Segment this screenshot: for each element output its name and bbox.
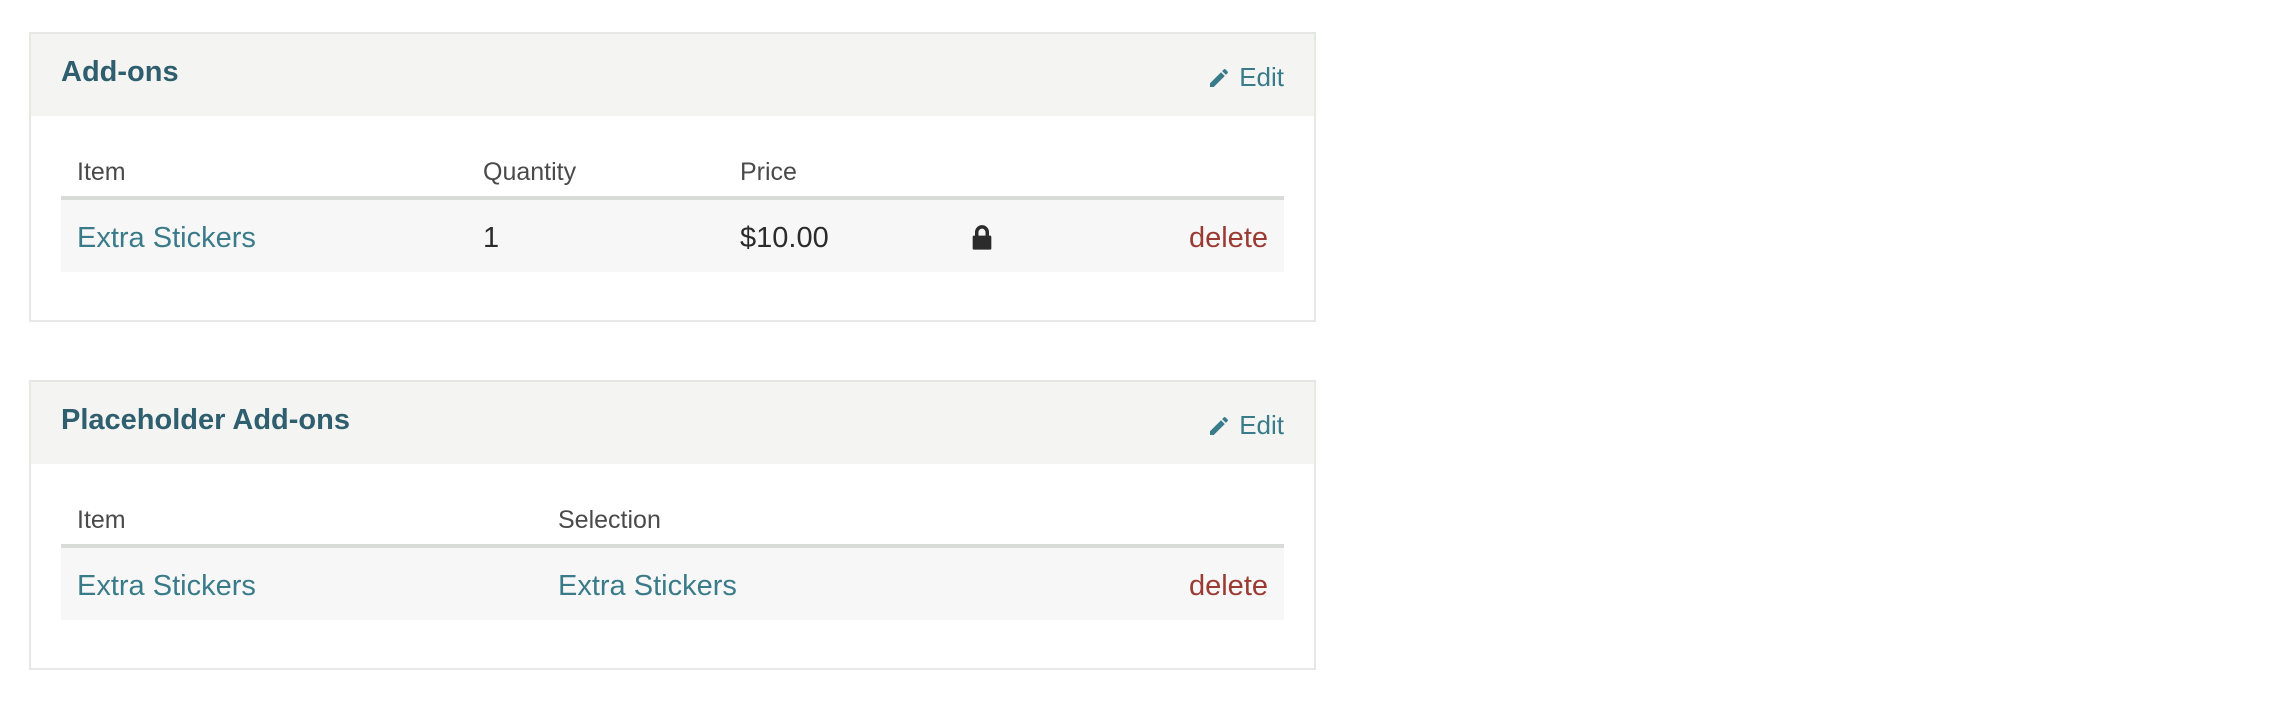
placeholder-addons-table: Item Selection Extra Stickers Extra Stic…: [61, 494, 1284, 620]
addons-edit-label: Edit: [1239, 62, 1284, 92]
placeholder-addons-edit-link[interactable]: Edit: [1207, 410, 1284, 441]
placeholder-item-link[interactable]: Extra Stickers: [77, 570, 256, 603]
column-header-item: Item: [77, 506, 126, 534]
table-row: Extra Stickers Extra Stickers delete: [61, 548, 1284, 620]
addons-edit-link[interactable]: Edit: [1207, 62, 1284, 93]
addons-panel-header: Add-ons Edit: [31, 34, 1314, 116]
addon-item-link[interactable]: Extra Stickers: [77, 222, 256, 255]
addons-table-header: Item Quantity Price: [61, 146, 1284, 200]
addons-panel: Add-ons Edit Item Quantity Price Extra S…: [29, 32, 1316, 322]
column-header-price: Price: [740, 158, 797, 186]
placeholder-addons-panel: Placeholder Add-ons Edit Item Selection …: [29, 380, 1316, 670]
placeholder-addons-edit-label: Edit: [1239, 410, 1284, 440]
placeholder-addons-table-header: Item Selection: [61, 494, 1284, 548]
placeholder-addons-panel-header: Placeholder Add-ons Edit: [31, 382, 1314, 464]
pencil-icon: [1210, 68, 1229, 87]
lock-icon: [972, 225, 992, 250]
column-header-item: Item: [77, 158, 126, 186]
addons-title: Add-ons: [61, 56, 179, 88]
delete-link[interactable]: delete: [1189, 570, 1268, 603]
column-header-selection: Selection: [558, 506, 661, 534]
table-row: Extra Stickers 1 $10.00 delete: [61, 200, 1284, 272]
placeholder-selection-link[interactable]: Extra Stickers: [558, 570, 737, 603]
placeholder-addons-title: Placeholder Add-ons: [61, 404, 350, 436]
pencil-icon: [1210, 416, 1229, 435]
addon-quantity: 1: [483, 222, 500, 254]
addon-price: $10.00: [740, 222, 829, 254]
delete-link[interactable]: delete: [1189, 222, 1268, 255]
column-header-quantity: Quantity: [483, 158, 577, 186]
addons-table: Item Quantity Price Extra Stickers 1 $10…: [61, 146, 1284, 272]
